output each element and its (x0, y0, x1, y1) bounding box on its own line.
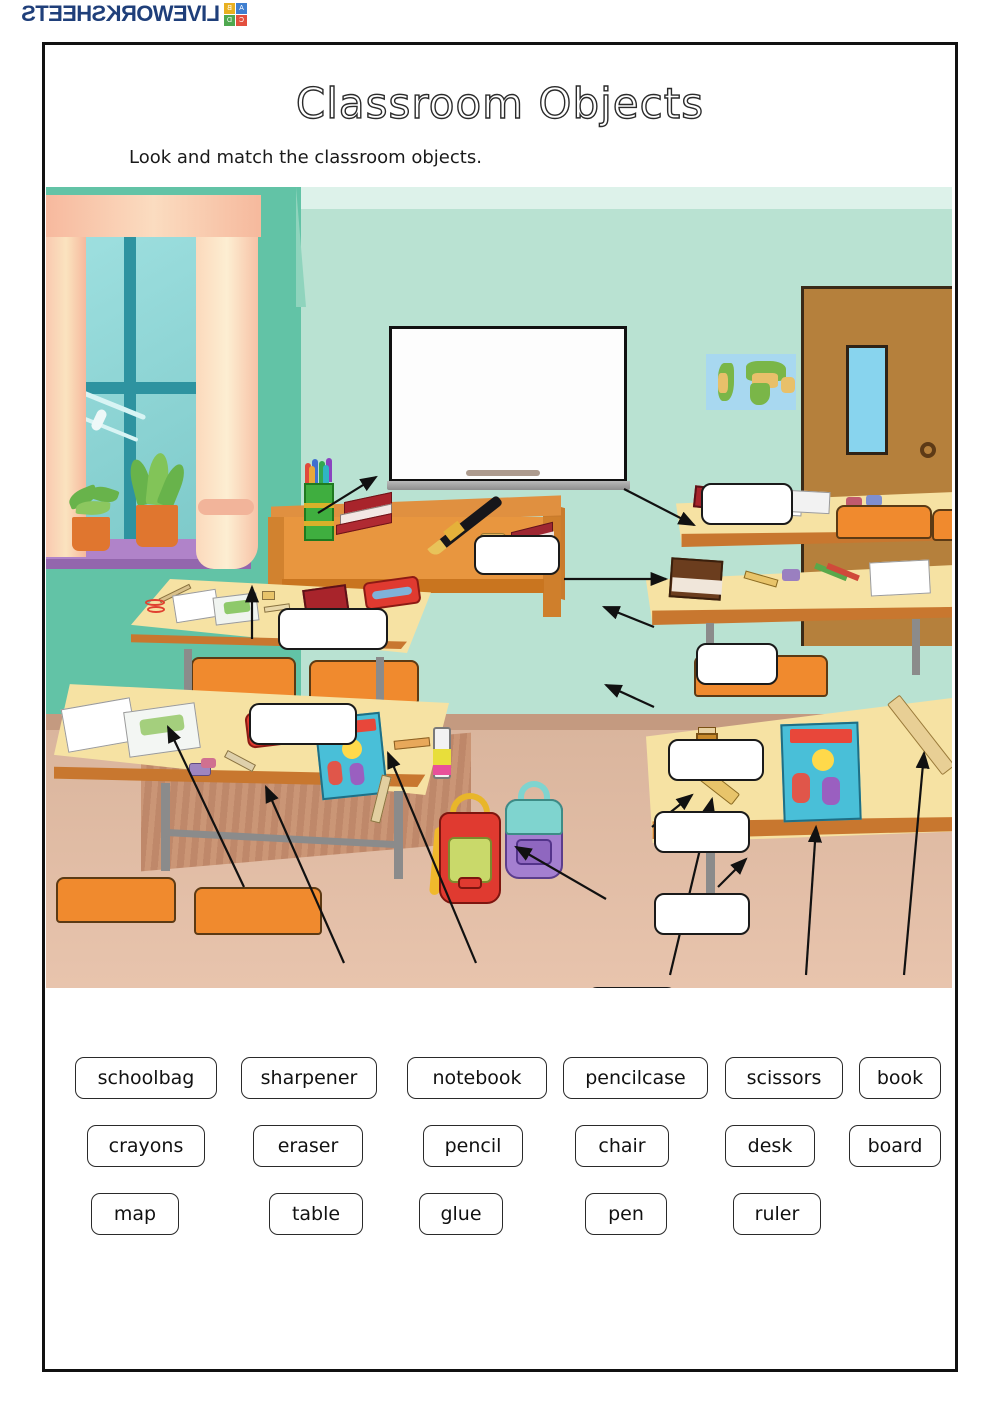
word-chip-pen[interactable]: pen (585, 1193, 667, 1235)
word-chip-map[interactable]: map (91, 1193, 179, 1235)
box-crayons[interactable] (278, 608, 388, 650)
word-chip-notebook[interactable]: notebook (407, 1057, 547, 1099)
word-chip-crayons[interactable]: crayons (87, 1125, 205, 1167)
logo-square-d: D (224, 14, 235, 26)
box-schoolbag[interactable] (587, 987, 677, 988)
instruction-text: Look and match the classroom objects. (129, 147, 482, 168)
box-desk[interactable] (668, 739, 764, 781)
word-bank-row: schoolbag sharpener notebook pencilcase scis… (45, 1045, 955, 1113)
word-chip-scissors[interactable]: scissors (725, 1057, 843, 1099)
word-chip-sharpener[interactable]: sharpener (241, 1057, 377, 1099)
box-pen[interactable] (696, 643, 778, 685)
word-chip-schoolbag[interactable]: schoolbag (75, 1057, 217, 1099)
word-chip-ruler[interactable]: ruler (733, 1193, 821, 1235)
logo-square-c: C (236, 14, 247, 26)
box-table[interactable] (249, 703, 357, 745)
word-bank: schoolbag sharpener notebook pencilcase scis… (45, 1045, 955, 1249)
word-chip-book[interactable]: book (859, 1057, 941, 1099)
word-chip-chair[interactable]: chair (575, 1125, 669, 1167)
logo-square-a: A (236, 2, 247, 14)
page-title: Classroom Objects (295, 78, 705, 128)
liveworksheets-wordmark: LIVEWORKSHEETS (21, 1, 220, 26)
liveworksheets-logo: A B C D LIVEWORKSHEETS (22, 0, 247, 28)
word-bank-row: map table glue pen ruler (45, 1181, 955, 1249)
word-chip-eraser[interactable]: eraser (253, 1125, 363, 1167)
box-book[interactable] (654, 811, 750, 853)
word-chip-pencilcase[interactable]: pencilcase (563, 1057, 708, 1099)
box-board[interactable] (474, 535, 560, 575)
worksheet-page: A B C D LIVEWORKSHEETS Classroom Objects… (0, 0, 1000, 1413)
word-chip-pencil[interactable]: pencil (423, 1125, 523, 1167)
word-chip-glue[interactable]: glue (419, 1193, 503, 1235)
word-chip-table[interactable]: table (269, 1193, 363, 1235)
liveworksheets-mark-icon: A B C D (224, 2, 247, 26)
word-chip-board[interactable]: board (849, 1125, 941, 1167)
box-chair[interactable] (654, 893, 750, 935)
logo-square-b: B (224, 2, 235, 14)
classroom-illustration (46, 187, 952, 988)
word-chip-desk[interactable]: desk (725, 1125, 815, 1167)
word-bank-row: crayons eraser pencil chair desk board (45, 1113, 955, 1181)
box-map[interactable] (701, 483, 793, 525)
matching-arrows (167, 475, 930, 976)
worksheet-sheet: Classroom Objects Look and match the cla… (42, 42, 958, 1372)
